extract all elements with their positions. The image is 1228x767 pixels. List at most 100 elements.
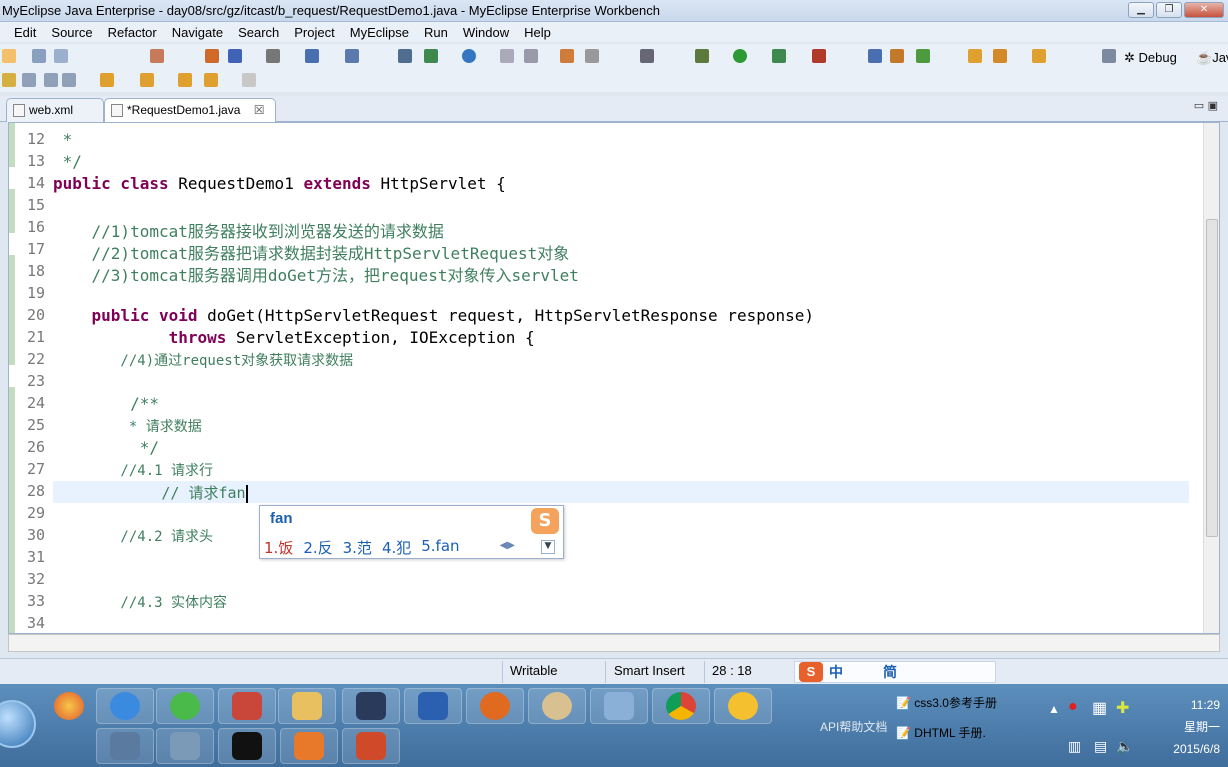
new-icon[interactable] bbox=[2, 49, 16, 63]
code-editor[interactable]: 12 * 13 */ 14 public class RequestDemo1 … bbox=[8, 122, 1220, 634]
tab-requestdemo1-java[interactable]: *RequestDemo1.java ☒ bbox=[104, 98, 276, 122]
save-icon[interactable] bbox=[32, 49, 46, 63]
taskbar-chat-app[interactable] bbox=[714, 688, 772, 724]
browser-icon[interactable] bbox=[462, 49, 476, 63]
taskbar-notepad[interactable] bbox=[590, 688, 648, 724]
maximize-button[interactable]: ❐ bbox=[1156, 2, 1182, 18]
external-tools-icon[interactable] bbox=[812, 49, 826, 63]
report-icon[interactable] bbox=[585, 49, 599, 63]
package-icon[interactable] bbox=[205, 49, 219, 63]
last-edit-icon[interactable] bbox=[178, 73, 192, 87]
taskbar-cmd[interactable] bbox=[218, 728, 276, 764]
uml-icon[interactable] bbox=[560, 49, 574, 63]
run-server-icon[interactable] bbox=[424, 49, 438, 63]
open-type-icon[interactable] bbox=[305, 49, 319, 63]
outline-icon[interactable] bbox=[868, 49, 882, 63]
hierarchy-icon[interactable] bbox=[890, 49, 904, 63]
menu-refactor[interactable]: Refactor bbox=[108, 25, 157, 40]
taskbar-ie[interactable] bbox=[96, 688, 154, 724]
search-icon[interactable] bbox=[345, 49, 359, 63]
tag-icon[interactable] bbox=[1032, 49, 1046, 63]
debug-perspective[interactable]: ✲ Debug bbox=[1124, 50, 1177, 66]
forward-icon[interactable] bbox=[242, 73, 256, 87]
menu-search[interactable]: Search bbox=[238, 25, 279, 40]
prev-annotation-icon[interactable] bbox=[140, 73, 154, 87]
deploy-icon[interactable] bbox=[398, 49, 412, 63]
start-button[interactable] bbox=[0, 700, 36, 748]
menu-run[interactable]: Run bbox=[424, 25, 448, 40]
ime-chinese-mode[interactable]: 中 bbox=[829, 662, 843, 682]
next-annotation-icon[interactable] bbox=[100, 73, 114, 87]
ime-candidate[interactable]: 3.范 bbox=[343, 537, 372, 558]
windows-logo-icon[interactable] bbox=[40, 688, 98, 724]
server-icon[interactable] bbox=[266, 49, 280, 63]
menu-edit[interactable]: Edit bbox=[14, 25, 36, 40]
sogou-icon[interactable]: S bbox=[799, 662, 823, 682]
battery-icon[interactable]: ▤ bbox=[1094, 738, 1107, 755]
ime-status-bar[interactable]: S 中 简 bbox=[794, 661, 996, 683]
network-icon[interactable]: ▥ bbox=[1068, 738, 1081, 755]
tray-dhtml-manual[interactable]: 📝 DHTML 手册. bbox=[896, 724, 986, 741]
taskbar-firefox[interactable] bbox=[466, 688, 524, 724]
ime-expand-icon[interactable]: ▼ bbox=[541, 540, 555, 554]
taskbar-control-panel[interactable] bbox=[156, 728, 214, 764]
taskbar-word[interactable] bbox=[404, 688, 462, 724]
java-perspective[interactable]: ☕Jav bbox=[1196, 50, 1228, 66]
taskbar-image-viewer[interactable] bbox=[96, 728, 154, 764]
run-last-icon[interactable] bbox=[772, 49, 786, 63]
ime-candidate[interactable]: 5.fan bbox=[421, 537, 459, 558]
menu-navigate[interactable]: Navigate bbox=[172, 25, 223, 40]
system-clock[interactable]: 11:29 星期一 2015/6/8 bbox=[1173, 694, 1220, 760]
add-icon[interactable]: ✚ bbox=[1116, 698, 1129, 718]
taskbar-chrome[interactable] bbox=[652, 688, 710, 724]
record-icon[interactable]: ● bbox=[1068, 698, 1078, 716]
back-icon[interactable] bbox=[204, 73, 218, 87]
scrollbar-thumb[interactable] bbox=[1206, 219, 1218, 537]
horizontal-scrollbar[interactable] bbox=[8, 634, 1220, 652]
open-perspective-icon[interactable] bbox=[1102, 49, 1116, 63]
windows-flag-icon[interactable]: ▦ bbox=[1092, 698, 1107, 718]
run-icon[interactable] bbox=[733, 49, 747, 63]
debug-icon[interactable] bbox=[695, 49, 709, 63]
ime-simplified-mode[interactable]: 简 bbox=[883, 662, 897, 682]
minimize-maximize-icon[interactable]: ▭ ▣ bbox=[1194, 99, 1218, 112]
refresh-icon[interactable] bbox=[916, 49, 930, 63]
camera-icon[interactable] bbox=[640, 49, 654, 63]
tray-api-doc[interactable]: API帮助文档 bbox=[820, 718, 887, 735]
vertical-scrollbar[interactable] bbox=[1203, 123, 1219, 633]
minimize-button[interactable]: ▁ bbox=[1128, 2, 1154, 18]
taskbar-ec-app[interactable] bbox=[342, 728, 400, 764]
menu-window[interactable]: Window bbox=[463, 25, 509, 40]
close-tab-icon[interactable]: ☒ bbox=[254, 103, 265, 117]
block-select-icon[interactable] bbox=[44, 73, 58, 87]
volume-icon[interactable]: 🔈 bbox=[1116, 738, 1133, 755]
tray-css-manual[interactable]: 📝 css3.0参考手册 bbox=[896, 694, 997, 711]
open-folder-icon[interactable] bbox=[968, 49, 982, 63]
tab-web-xml[interactable]: web.xml bbox=[6, 98, 104, 122]
ime-candidate[interactable]: 2.反 bbox=[303, 537, 332, 558]
ime-page-arrows-icon[interactable]: ◀▶ bbox=[500, 540, 515, 551]
tool2-icon[interactable] bbox=[524, 49, 538, 63]
tray-expand-icon[interactable]: ▲ bbox=[1048, 702, 1060, 716]
tool-icon[interactable] bbox=[500, 49, 514, 63]
taskbar-explorer[interactable] bbox=[278, 688, 336, 724]
taskbar-pdf[interactable] bbox=[280, 728, 338, 764]
new-project-icon[interactable] bbox=[150, 49, 164, 63]
edit-icon[interactable] bbox=[993, 49, 1007, 63]
taskbar-paint[interactable] bbox=[528, 688, 586, 724]
taskbar-myeclipse[interactable] bbox=[342, 688, 400, 724]
taskbar-refresh-app[interactable] bbox=[156, 688, 214, 724]
menu-project[interactable]: Project bbox=[294, 25, 334, 40]
pencil-icon[interactable] bbox=[2, 73, 16, 87]
show-whitespace-icon[interactable] bbox=[22, 73, 36, 87]
close-button[interactable]: ✕ bbox=[1184, 2, 1224, 18]
ime-candidate[interactable]: 1.饭 bbox=[264, 537, 293, 558]
menu-source[interactable]: Source bbox=[51, 25, 92, 40]
paragraph-icon[interactable] bbox=[62, 73, 76, 87]
class-icon[interactable] bbox=[228, 49, 242, 63]
ime-candidate[interactable]: 4.犯 bbox=[382, 537, 411, 558]
print-icon[interactable] bbox=[54, 49, 68, 63]
taskbar-notes-app[interactable] bbox=[218, 688, 276, 724]
menu-myeclipse[interactable]: MyEclipse bbox=[350, 25, 409, 40]
menu-help[interactable]: Help bbox=[524, 25, 551, 40]
